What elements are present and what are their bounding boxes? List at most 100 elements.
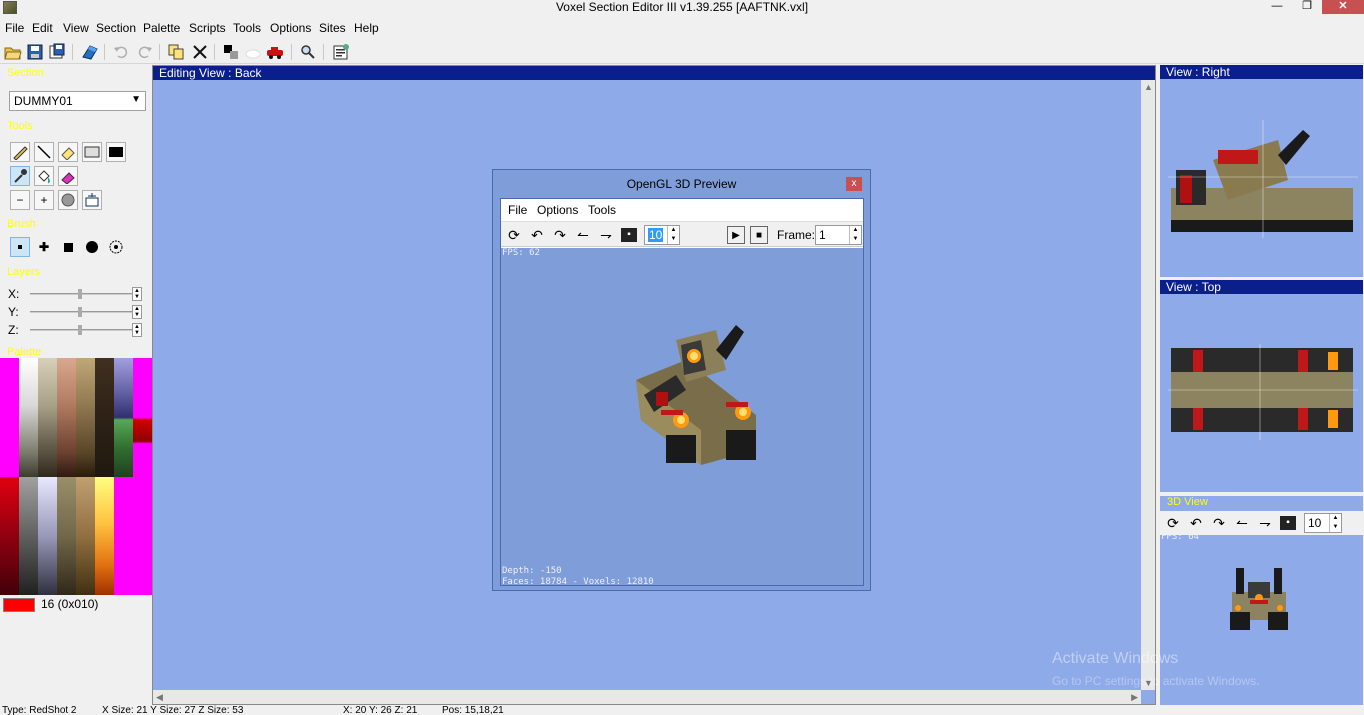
palette-cell[interactable]	[57, 358, 76, 477]
menu-scripts[interactable]: Scripts	[189, 21, 226, 35]
color-replace-tool-button[interactable]	[58, 166, 78, 186]
palette-cell[interactable]	[38, 358, 57, 477]
editing-view-vscrollbar[interactable]: ▲ ▼	[1141, 80, 1155, 690]
menu-file[interactable]: File	[5, 21, 24, 35]
brush-spray-button[interactable]	[106, 237, 126, 257]
rotate-right-icon[interactable]: ↷	[551, 226, 569, 244]
scroll-right-icon[interactable]: ▶	[1131, 692, 1138, 703]
eraser-tool-button[interactable]	[58, 142, 78, 162]
undo-icon[interactable]	[112, 43, 130, 61]
pencil-tool-button[interactable]	[10, 142, 30, 162]
palette-cell[interactable]	[0, 358, 19, 477]
layer-z-slider[interactable]: Z: ▲ ▼	[8, 323, 144, 337]
fill-tool-button[interactable]	[34, 166, 54, 186]
background-color-icon[interactable]: ▪	[621, 228, 637, 242]
layer-y-spinner[interactable]: ▲ ▼	[132, 305, 142, 319]
view-right-pane[interactable]: View : Right	[1160, 65, 1363, 277]
spin-right-icon[interactable]: ⇁	[597, 226, 615, 244]
palette-cell[interactable]	[0, 476, 19, 595]
clear-icon[interactable]	[191, 43, 209, 61]
palette-cell[interactable]	[38, 476, 57, 595]
view-3d-speed-spinner[interactable]: 10 ▲ ▼	[1304, 513, 1342, 533]
unknown-icon[interactable]	[244, 43, 262, 61]
preview-depth: Depth: -150	[502, 566, 562, 576]
menu-section[interactable]: Section	[96, 21, 136, 35]
save-icon[interactable]	[26, 43, 44, 61]
preview-menu-bar: File Options Tools	[501, 199, 863, 221]
layer-x-spinner[interactable]: ▲ ▼	[132, 287, 142, 301]
rotate-left-icon[interactable]: ↶	[528, 226, 546, 244]
lighten-tool-button[interactable]: +	[34, 190, 54, 210]
vehicle-icon[interactable]	[266, 43, 284, 61]
palette-cell[interactable]	[57, 476, 76, 595]
spin-left-icon[interactable]: ↼	[574, 226, 592, 244]
menu-edit[interactable]: Edit	[32, 21, 53, 35]
menu-tools[interactable]: Tools	[233, 21, 261, 35]
filled-rectangle-tool-button[interactable]	[106, 142, 126, 162]
brush-plus-button[interactable]: ✚	[34, 237, 54, 257]
preview-canvas[interactable]: FPS: 62 Depth: -150 Faces: 18784 - Voxel…	[501, 248, 863, 587]
menu-help[interactable]: Help	[354, 21, 379, 35]
palette-cell[interactable]	[76, 476, 95, 595]
palette-cell[interactable]	[19, 476, 38, 595]
opengl-preview-window[interactable]: OpenGL 3D Preview x File Options Tools ⟳…	[492, 169, 871, 591]
line-tool-button[interactable]	[34, 142, 54, 162]
color-palette[interactable]	[0, 358, 152, 595]
preview-speed-spinner[interactable]: 10 ▲ ▼	[644, 225, 680, 245]
palette-cell[interactable]	[19, 358, 38, 477]
properties-icon[interactable]	[332, 43, 350, 61]
maximize-button[interactable]: ❐	[1294, 0, 1320, 14]
menu-options[interactable]: Options	[270, 21, 311, 35]
normals-tool-button[interactable]	[82, 190, 102, 210]
view-top-pane[interactable]: View : Top	[1160, 280, 1363, 492]
split-icon[interactable]	[222, 43, 240, 61]
rotate-both-icon[interactable]: ⟳	[1164, 514, 1182, 532]
preview-close-button[interactable]: x	[846, 177, 862, 191]
palette-cell[interactable]	[133, 476, 152, 595]
scroll-up-icon[interactable]: ▲	[1144, 82, 1153, 92]
preview-menu-file[interactable]: File	[508, 203, 527, 217]
open-icon[interactable]	[4, 43, 22, 61]
rectangle-tool-button[interactable]	[82, 142, 102, 162]
save-as-icon[interactable]	[48, 43, 66, 61]
rotate-left-icon[interactable]: ↶	[1187, 514, 1205, 532]
editing-view-hscrollbar[interactable]: ◀ ▶	[153, 690, 1141, 704]
brush-1px-button[interactable]	[10, 237, 30, 257]
line-icon	[37, 145, 51, 159]
menu-palette[interactable]: Palette	[143, 21, 180, 35]
darken-tool-button[interactable]: −	[10, 190, 30, 210]
palette-cell[interactable]	[114, 358, 133, 477]
palette-cell[interactable]	[95, 476, 114, 595]
preview-menu-tools[interactable]: Tools	[588, 203, 616, 217]
rotate-both-icon[interactable]: ⟳	[505, 226, 523, 244]
stop-icon[interactable]: ■	[750, 226, 768, 244]
redo-icon[interactable]	[136, 43, 154, 61]
play-icon[interactable]: ▶	[727, 226, 745, 244]
close-button[interactable]: ✕	[1322, 0, 1364, 14]
scroll-left-icon[interactable]: ◀	[156, 692, 163, 703]
menu-view[interactable]: View	[63, 21, 89, 35]
palette-cell[interactable]	[114, 476, 133, 595]
layer-y-slider[interactable]: Y: ▲ ▼	[8, 305, 144, 319]
palette-cell[interactable]	[76, 358, 95, 477]
smooth-tool-button[interactable]	[58, 190, 78, 210]
section-select[interactable]: DUMMY01 ▼	[9, 91, 146, 111]
palette-cell[interactable]	[95, 358, 114, 477]
copy-icon[interactable]	[167, 43, 185, 61]
layer-x-slider[interactable]: X: ▲ ▼	[8, 287, 144, 301]
palette-cell[interactable]	[133, 358, 152, 477]
preview-menu-options[interactable]: Options	[537, 203, 578, 217]
background-color-icon[interactable]: ▪	[1280, 516, 1296, 530]
brush-square-button[interactable]	[58, 237, 78, 257]
spin-left-icon[interactable]: ↼	[1233, 514, 1251, 532]
dropper-tool-button[interactable]	[10, 166, 30, 186]
magnify-icon[interactable]	[299, 43, 317, 61]
frame-spinner[interactable]: 1 ▲ ▼	[815, 225, 862, 245]
brush-circle-button[interactable]	[82, 237, 102, 257]
menu-sites[interactable]: Sites	[319, 21, 346, 35]
layer-z-spinner[interactable]: ▲ ▼	[132, 323, 142, 337]
export-icon[interactable]	[81, 43, 99, 61]
minimize-button[interactable]: —	[1264, 0, 1290, 14]
rotate-right-icon[interactable]: ↷	[1210, 514, 1228, 532]
spin-right-icon[interactable]: ⇁	[1256, 514, 1274, 532]
